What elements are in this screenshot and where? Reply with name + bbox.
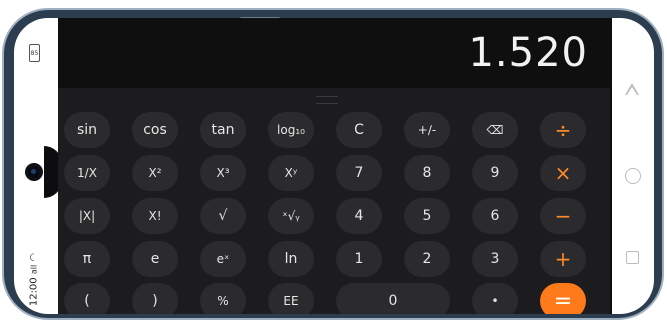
eight-key[interactable]: 8 (404, 155, 450, 191)
screen: 85 12:00 all ◠ 1.520 sin cos tan log₁₀ C… (14, 18, 654, 314)
home-icon[interactable] (625, 168, 641, 184)
two-key[interactable]: 2 (404, 241, 450, 277)
minus-key[interactable]: − (540, 198, 586, 234)
sin-key[interactable]: sin (64, 112, 110, 148)
result-display: 1.520 (58, 18, 610, 88)
battery-icon: 85 (29, 44, 40, 62)
display-value: 1.520 (468, 30, 588, 76)
dot-key[interactable]: • (472, 283, 518, 314)
right-paren-key[interactable]: ) (132, 283, 178, 314)
exp-key[interactable]: eˣ (200, 241, 246, 277)
left-paren-key[interactable]: ( (64, 283, 110, 314)
five-key[interactable]: 5 (404, 198, 450, 234)
four-key[interactable]: 4 (336, 198, 382, 234)
cos-key[interactable]: cos (132, 112, 178, 148)
battery-level: 85 (30, 49, 39, 57)
clear-key[interactable]: C (336, 112, 382, 148)
ln-key[interactable]: ln (268, 241, 314, 277)
six-key[interactable]: 6 (472, 198, 518, 234)
status-clock: 12:00 all ◠ (29, 250, 40, 310)
calculator-app: 1.520 sin cos tan log₁₀ C +∕- ⌫ ÷ 1/X X²… (58, 18, 610, 314)
zero-key[interactable]: 0 (336, 283, 450, 314)
status-time: 12:00 (28, 277, 40, 307)
backspace-key[interactable]: ⌫ (472, 112, 518, 148)
percent-key[interactable]: % (200, 283, 246, 314)
front-camera (28, 166, 40, 178)
root-key[interactable]: ˣ√ᵧ (268, 198, 314, 234)
sqrt-key[interactable]: √ (200, 198, 246, 234)
one-key[interactable]: 1 (336, 241, 382, 277)
tan-key[interactable]: tan (200, 112, 246, 148)
backspace-icon: ⌫ (486, 123, 504, 137)
abs-key[interactable]: |X| (64, 198, 110, 234)
back-icon-inner (627, 87, 637, 95)
power-key[interactable]: Xʸ (268, 155, 314, 191)
cube-key[interactable]: X³ (200, 155, 246, 191)
three-key[interactable]: 3 (472, 241, 518, 277)
plus-key[interactable]: + (540, 241, 586, 277)
square-key[interactable]: X² (132, 155, 178, 191)
factorial-key[interactable]: X! (132, 198, 178, 234)
panel-drag-handle[interactable] (316, 96, 338, 104)
seven-key[interactable]: 7 (336, 155, 382, 191)
phone-frame: 85 12:00 all ◠ 1.520 sin cos tan log₁₀ C… (2, 8, 664, 320)
equals-key[interactable]: = (540, 283, 586, 314)
pi-key[interactable]: π (64, 241, 110, 277)
plus-minus-key[interactable]: +∕- (404, 112, 450, 148)
navigation-bar (612, 18, 654, 314)
recent-apps-icon[interactable] (626, 251, 639, 264)
log-key[interactable]: log₁₀ (268, 112, 314, 148)
inverse-key[interactable]: 1/X (64, 155, 110, 191)
signal-icon: all (29, 264, 39, 275)
divide-key[interactable]: ÷ (540, 112, 586, 148)
ee-key[interactable]: EE (268, 283, 314, 314)
e-key[interactable]: e (132, 241, 178, 277)
wifi-icon: ◠ (28, 252, 40, 262)
nine-key[interactable]: 9 (472, 155, 518, 191)
multiply-key[interactable]: × (540, 155, 586, 191)
